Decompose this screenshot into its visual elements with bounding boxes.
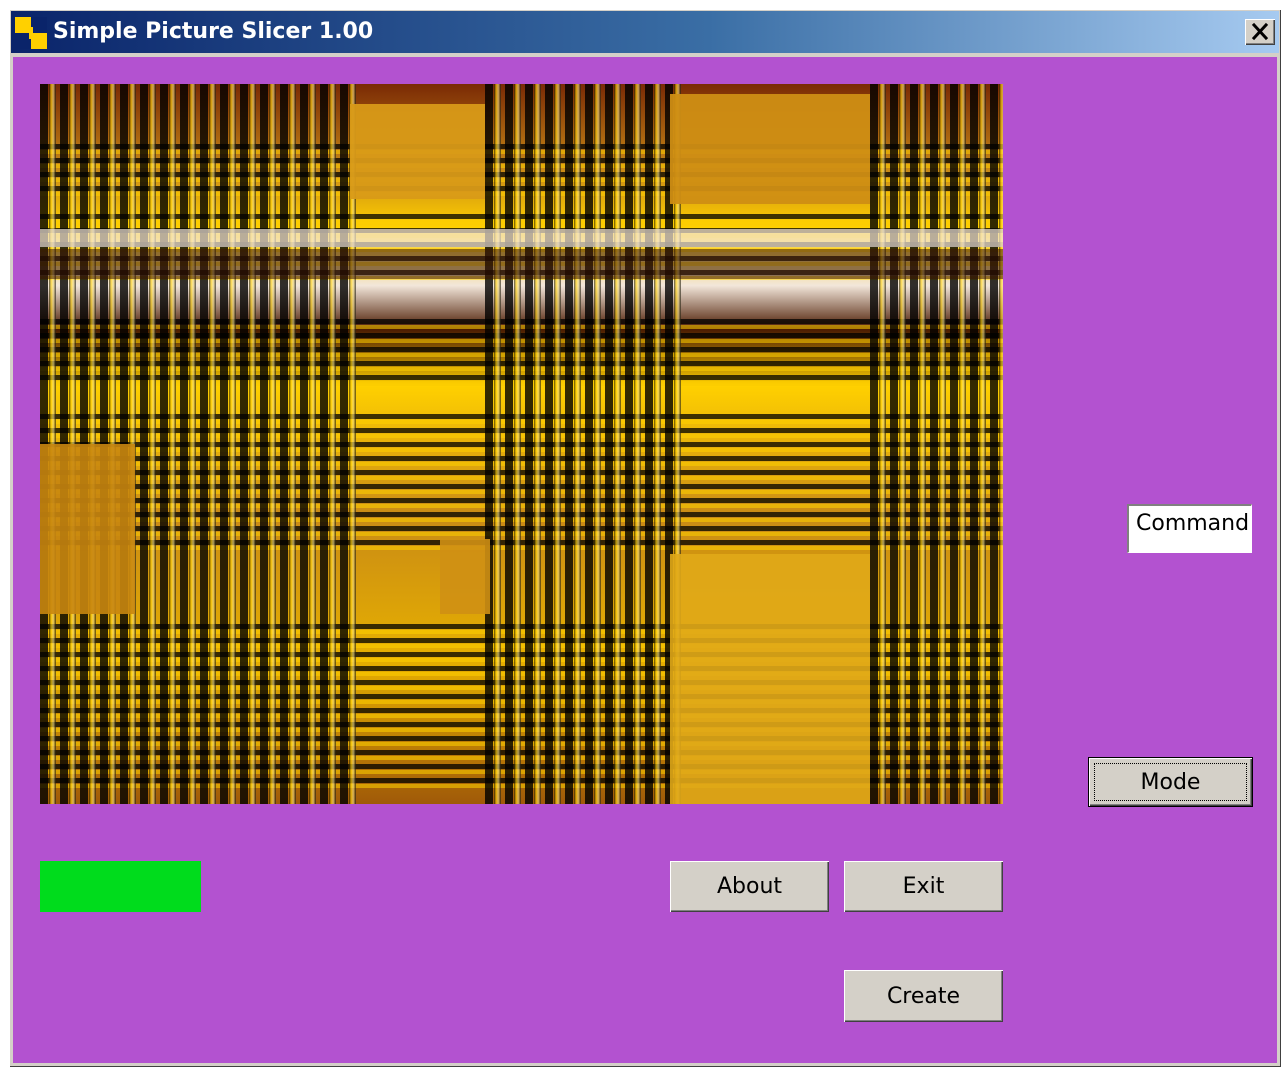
picture-preview — [40, 84, 1003, 804]
create-button-label: Create — [886, 983, 961, 1009]
mode-button[interactable]: Mode — [1089, 758, 1252, 806]
create-button[interactable]: Create — [844, 970, 1003, 1022]
mode-button-label: Mode — [1140, 769, 1201, 795]
about-button-label: About — [716, 874, 783, 899]
picture-image — [40, 84, 1003, 804]
app-icon — [15, 17, 47, 49]
exit-button[interactable]: Exit — [844, 861, 1003, 912]
window-title: Simple Picture Slicer 1.00 — [53, 19, 374, 44]
close-icon — [1251, 22, 1269, 41]
status-indicator — [40, 861, 201, 912]
exit-button-label: Exit — [902, 874, 945, 899]
about-button[interactable]: About — [670, 861, 829, 912]
app-window: Simple Picture Slicer 1.00 Command Mode … — [9, 9, 1281, 1067]
client-area: Command Mode About Exit Create — [13, 57, 1277, 1063]
title-bar[interactable]: Simple Picture Slicer 1.00 — [11, 11, 1279, 53]
close-button[interactable] — [1245, 19, 1275, 45]
command-label: Command — [1127, 504, 1252, 553]
